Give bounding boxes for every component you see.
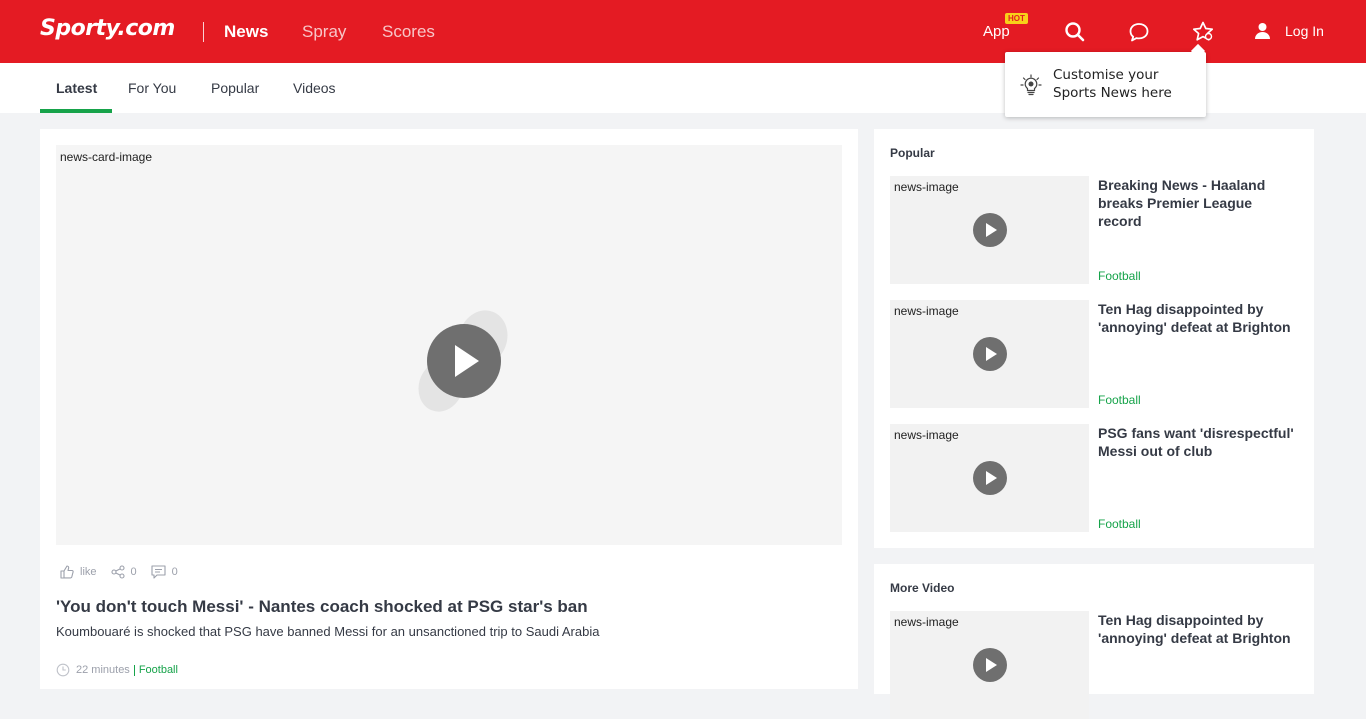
featured-article-card[interactable]: news-card-image like 0 0 'You don't touc…: [40, 129, 858, 689]
image-alt-text: news-card-image: [60, 150, 153, 164]
nav-news[interactable]: News: [224, 22, 268, 42]
popular-panel: Popular news-image Breaking News - Haala…: [874, 129, 1314, 548]
active-tab-indicator: [40, 109, 112, 113]
news-image[interactable]: news-image: [890, 611, 1089, 719]
play-icon[interactable]: [411, 308, 511, 418]
news-image[interactable]: news-image: [890, 424, 1089, 532]
item-title[interactable]: PSG fans want 'disrespectful' Messi out …: [1098, 424, 1298, 460]
article-category[interactable]: Football: [139, 664, 178, 676]
clock-icon: [56, 663, 70, 677]
customise-tooltip[interactable]: Customise your Sports News here: [1005, 52, 1206, 117]
list-item[interactable]: news-image Ten Hag disappointed by 'anno…: [890, 300, 1298, 408]
tooltip-text: Customise your Sports News here: [1053, 67, 1172, 101]
more-video-title: More Video: [890, 581, 955, 595]
popular-title: Popular: [890, 146, 935, 160]
image-alt-text: news-image: [894, 304, 959, 318]
play-icon[interactable]: [973, 213, 1007, 247]
thumb-up-icon: [60, 565, 74, 579]
article-meta: 22 minutes Football: [56, 663, 178, 677]
tab-for-you[interactable]: For You: [128, 80, 176, 96]
more-video-panel: More Video news-image Ten Hag disappoint…: [874, 564, 1314, 719]
article-headline[interactable]: 'You don't touch Messi' - Nantes coach s…: [56, 597, 588, 617]
meta-divider: [133, 664, 135, 676]
article-summary: Koumbouaré is shocked that PSG have bann…: [56, 624, 600, 639]
tab-latest[interactable]: Latest: [56, 80, 97, 96]
comment-button[interactable]: 0: [151, 565, 178, 579]
tab-popular[interactable]: Popular: [211, 80, 259, 96]
play-icon[interactable]: [973, 461, 1007, 495]
image-alt-text: news-image: [894, 180, 959, 194]
logo-divider: [203, 22, 204, 42]
user-icon: [1255, 23, 1270, 39]
article-time: 22 minutes: [76, 664, 130, 676]
star-settings-icon[interactable]: [1191, 20, 1215, 44]
nav-scores[interactable]: Scores: [382, 22, 435, 42]
item-title[interactable]: Ten Hag disappointed by 'annoying' defea…: [1098, 300, 1298, 336]
login-button[interactable]: Log In: [1254, 20, 1324, 42]
news-image[interactable]: news-image: [890, 300, 1089, 408]
image-alt-text: news-image: [894, 615, 959, 629]
share-button[interactable]: 0: [110, 565, 137, 579]
image-alt-text: news-image: [894, 428, 959, 442]
chat-icon[interactable]: [1127, 20, 1151, 44]
item-title[interactable]: Breaking News - Haaland breaks Premier L…: [1098, 176, 1298, 230]
app-link[interactable]: App: [983, 23, 1010, 40]
comment-icon: [151, 565, 166, 579]
list-item[interactable]: news-image Ten Hag disappointed by 'anno…: [890, 611, 1298, 719]
item-category[interactable]: Football: [1098, 517, 1141, 531]
hot-badge: HOT: [1005, 13, 1028, 24]
login-label: Log In: [1285, 23, 1324, 39]
tab-videos[interactable]: Videos: [293, 80, 336, 96]
item-title[interactable]: Ten Hag disappointed by 'annoying' defea…: [1098, 611, 1298, 647]
like-label: like: [80, 566, 97, 578]
list-item[interactable]: news-image Breaking News - Haaland break…: [890, 176, 1298, 284]
play-icon[interactable]: [973, 337, 1007, 371]
nav-spray[interactable]: Spray: [302, 22, 346, 42]
share-icon: [110, 565, 125, 579]
like-button[interactable]: like: [60, 565, 97, 579]
item-category[interactable]: Football: [1098, 269, 1141, 283]
news-card-image[interactable]: news-card-image: [56, 145, 842, 545]
list-item[interactable]: news-image PSG fans want 'disrespectful'…: [890, 424, 1298, 532]
search-icon[interactable]: [1063, 20, 1087, 44]
article-actions: like 0 0: [60, 565, 192, 579]
bulb-icon: [1020, 74, 1042, 101]
play-icon[interactable]: [973, 648, 1007, 682]
share-count: 0: [130, 566, 137, 578]
item-category[interactable]: Football: [1098, 393, 1141, 407]
comment-count: 0: [171, 566, 178, 578]
logo[interactable]: Sporty.com: [40, 16, 175, 41]
news-image[interactable]: news-image: [890, 176, 1089, 284]
